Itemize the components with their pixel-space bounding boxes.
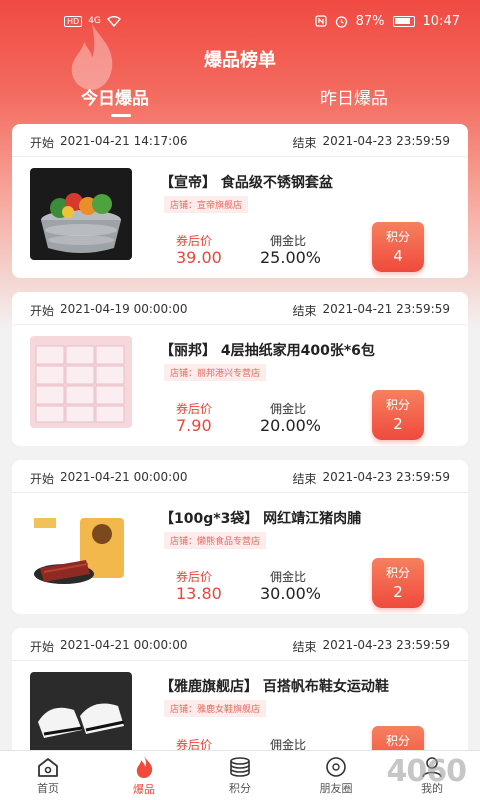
status-bar: HD 4G 87% 10:47 [0,0,480,42]
tab-active-indicator [111,114,131,117]
points-label: 积分 [385,566,410,580]
hd-indicator: HD [64,15,83,27]
end-label: 结束 [292,640,317,654]
battery-icon [392,15,415,27]
end-label: 结束 [292,472,317,486]
product-list: 开始 2021-04-21 14:17:06 结束 2021-04-23 23:59… [12,124,468,796]
points-label: 积分 [385,734,410,748]
alarm-icon [335,15,347,28]
divider [12,324,468,325]
commission-value: 20.00% [260,416,322,435]
price-label: 券后价 [176,402,213,416]
nav-label: 积分 [229,781,251,795]
moments-icon [326,756,346,777]
points-value: 2 [393,415,403,433]
shop-tag: 店铺：丽邦港兴专营店 [164,364,267,381]
points-badge[interactable]: 积分 2 [372,558,424,608]
start-time: 2021-04-21 00:00:00 [60,638,188,652]
product-title[interactable]: 【雅鹿旗舰店】 百搭帆布鞋女运动鞋 [160,676,389,696]
home-icon [38,757,58,777]
price-value: 39.00 [176,248,222,267]
nav-hot[interactable]: 爆品 [104,755,184,797]
tab-yesterday[interactable]: 昨日爆品 [320,84,388,109]
divider [12,660,468,661]
commission-label: 佣金比 [270,234,307,248]
network-indicator: 4G [88,16,101,26]
end-label: 结束 [292,136,317,150]
commission-value: 30.00% [260,584,322,603]
end-time: 2021-04-23 23:59:59 [322,638,450,652]
product-image[interactable] [30,504,132,596]
end-time: 2021-04-23 23:59:59 [322,134,450,148]
nav-label: 爆品 [133,782,155,796]
tab-today[interactable]: 今日爆品 [81,84,149,109]
start-label: 开始 [30,640,55,654]
time-range: 开始 2021-04-21 14:17:06 结束 2021-04-23 23:59… [30,134,450,151]
product-card[interactable]: 开始 2021-04-21 00:00:00 结束 2021-04-23 23:59… [12,460,468,614]
product-card[interactable]: 开始 2021-04-21 14:17:06 结束 2021-04-23 23:59… [12,124,468,278]
divider [12,156,468,157]
end-time: 2021-04-23 23:59:59 [322,470,450,484]
nav-label: 朋友圈 [319,781,353,795]
nav-moments[interactable]: 朋友圈 [296,756,376,796]
time-range: 开始 2021-04-19 00:00:00 结束 2021-04-21 23:59… [30,302,450,319]
product-title[interactable]: 【宣帝】 食品级不锈钢套盆 [160,172,333,192]
time-range: 开始 2021-04-21 00:00:00 结束 2021-04-23 23:59… [30,470,450,487]
start-label: 开始 [30,472,55,486]
end-time: 2021-04-21 23:59:59 [322,302,450,316]
product-image[interactable] [30,168,132,260]
start-label: 开始 [30,136,55,150]
end-label: 结束 [292,304,317,318]
points-value: 4 [393,247,403,265]
price-value: 13.80 [176,584,222,603]
nav-points[interactable]: 积分 [200,756,280,796]
nfc-icon [314,15,327,27]
start-time: 2021-04-21 00:00:00 [60,470,188,484]
shop-tag: 店铺：宣帝旗舰店 [164,196,249,213]
points-label: 积分 [385,230,410,244]
product-title[interactable]: 【100g*3袋】 网红靖江猪肉脯 [160,508,361,528]
points-badge[interactable]: 积分 4 [372,222,424,272]
nav-label: 首页 [37,781,59,795]
shop-tag: 店铺：懒熊食品专营店 [164,532,267,549]
shop-tag: 店铺：雅鹿女鞋旗舰店 [164,700,267,717]
wifi-icon [106,15,121,27]
price-label: 券后价 [176,570,213,584]
watermark: 4060 [386,754,467,789]
price-label: 券后价 [176,234,213,248]
product-title[interactable]: 【丽邦】 4层抽纸家用400张*6包 [160,340,375,360]
points-label: 积分 [385,398,410,412]
flame-icon [136,755,153,778]
time-range: 开始 2021-04-21 00:00:00 结束 2021-04-23 23:59… [30,638,450,655]
points-value: 2 [393,583,403,601]
clock: 10:47 [422,13,460,29]
commission-label: 佣金比 [270,570,307,584]
product-image[interactable] [30,336,132,428]
price-value: 7.90 [176,416,212,435]
commission-label: 佣金比 [270,402,307,416]
page-title: 爆品榜单 [204,50,276,71]
nav-home[interactable]: 首页 [8,756,88,796]
start-time: 2021-04-19 00:00:00 [60,302,188,316]
divider [12,492,468,493]
start-label: 开始 [30,304,55,318]
coins-icon [230,756,250,777]
start-time: 2021-04-21 14:17:06 [60,134,188,148]
commission-value: 25.00% [260,248,322,267]
points-badge[interactable]: 积分 2 [372,390,424,440]
battery-percent: 87% [355,13,385,29]
tab-bar: 今日爆品 昨日爆品 [0,84,480,124]
product-card[interactable]: 开始 2021-04-19 00:00:00 结束 2021-04-21 23:59… [12,292,468,446]
